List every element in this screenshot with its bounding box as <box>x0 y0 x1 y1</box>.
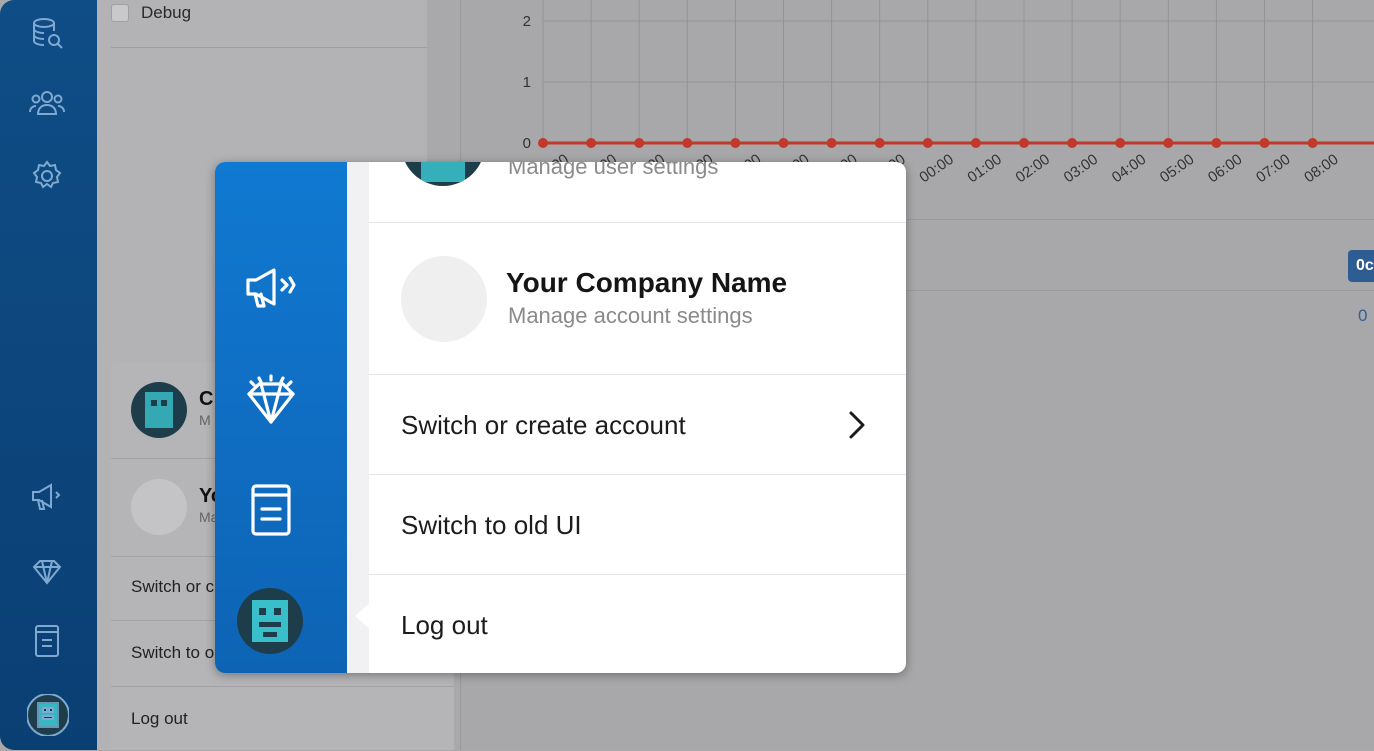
chart-point <box>826 138 837 148</box>
chart-x-tick-label: 03:00 <box>1061 151 1102 186</box>
avatar[interactable] <box>237 588 303 659</box>
chart-x-tick-label: 05:00 <box>1157 151 1198 186</box>
database-search-icon[interactable] <box>28 14 66 52</box>
chart-y-tick-label: 0 <box>523 135 531 152</box>
divider <box>904 290 1374 291</box>
users-icon[interactable] <box>28 84 66 122</box>
switch-account-label: Switch or create account <box>401 409 686 440</box>
chart-point <box>970 138 981 148</box>
logout-label: Log out <box>131 709 188 728</box>
company-avatar <box>131 479 187 535</box>
chart-point <box>1115 138 1126 148</box>
chart-x-tick-label: 04:00 <box>1109 151 1150 186</box>
chart-x-tick-label: 07:00 <box>1253 151 1294 186</box>
chart-point <box>586 138 597 148</box>
zoomed-account-menu: Manage user settings Your Company Name M… <box>215 162 906 673</box>
document-icon[interactable] <box>243 482 299 538</box>
app-sidebar <box>0 0 97 750</box>
avatar[interactable] <box>26 693 70 741</box>
account-menu: Manage user settings Your Company Name M… <box>369 162 906 673</box>
company-row[interactable]: Your Company Name Manage account setting… <box>369 222 906 375</box>
switch-ui-row[interactable]: Switch to old UI <box>369 474 906 575</box>
company-settings-label: Manage account settings <box>508 303 753 328</box>
chart-point <box>922 138 933 148</box>
gear-icon[interactable] <box>28 157 66 195</box>
zoomed-sidebar <box>215 162 347 673</box>
chart-point <box>1163 138 1174 148</box>
megaphone-icon[interactable] <box>243 260 299 316</box>
chart-point <box>874 138 885 148</box>
chart-x-tick-label: 08:00 <box>1301 151 1342 186</box>
diamond-icon[interactable] <box>28 552 66 590</box>
chart-y-tick-label: 2 <box>523 13 531 30</box>
chart-point <box>1211 138 1222 148</box>
chart-x-tick-label: 06:00 <box>1205 151 1246 186</box>
chart-point <box>634 138 645 148</box>
logout-row[interactable]: Log out <box>369 574 906 673</box>
chart-point <box>1259 138 1270 148</box>
divider <box>904 219 1374 220</box>
blue-badge[interactable]: 0c <box>1348 250 1374 282</box>
menu-gutter <box>347 162 369 673</box>
chart-grid <box>542 0 1374 144</box>
chart-point <box>1019 138 1029 148</box>
user-row[interactable]: Manage user settings <box>369 162 906 222</box>
chart-point <box>1067 138 1078 148</box>
company-avatar <box>401 256 487 342</box>
chart-point <box>730 138 741 148</box>
chart-y-tick-label: 1 <box>523 74 531 91</box>
chart-point <box>1307 138 1318 148</box>
debug-label: Debug <box>141 3 192 22</box>
megaphone-icon[interactable] <box>28 478 66 516</box>
switch-ui-label: Switch to o <box>131 643 215 662</box>
switch-ui-label: Switch to old UI <box>401 509 582 540</box>
chart-point <box>538 138 548 148</box>
document-icon[interactable] <box>28 622 66 660</box>
chart-x-tick-label: 02:00 <box>1013 151 1054 186</box>
user-settings-label: Manage user settings <box>508 162 719 179</box>
logout-row[interactable]: Log out <box>111 686 454 751</box>
count-value: 0 <box>1358 306 1368 325</box>
chart-y-ticks: 2 1 0 <box>523 13 531 152</box>
company-name: Your Company Name <box>506 267 788 298</box>
chart-x-tick-label: 01:00 <box>964 151 1005 186</box>
chart-x-tick-label: 00:00 <box>916 151 957 186</box>
user-name: C <box>199 388 214 410</box>
diamond-icon[interactable] <box>243 372 299 428</box>
chart-point <box>682 138 693 148</box>
user-avatar <box>131 382 187 438</box>
switch-account-row[interactable]: Switch or create account <box>369 374 906 475</box>
user-avatar <box>401 162 485 186</box>
chevron-right-icon <box>848 375 866 475</box>
chart-point <box>778 138 789 148</box>
switch-account-label: Switch or c <box>131 577 215 596</box>
debug-checkbox[interactable] <box>111 4 129 22</box>
user-sub: M <box>199 412 211 428</box>
debug-row[interactable]: Debug <box>111 0 427 48</box>
logout-label: Log out <box>401 609 488 640</box>
